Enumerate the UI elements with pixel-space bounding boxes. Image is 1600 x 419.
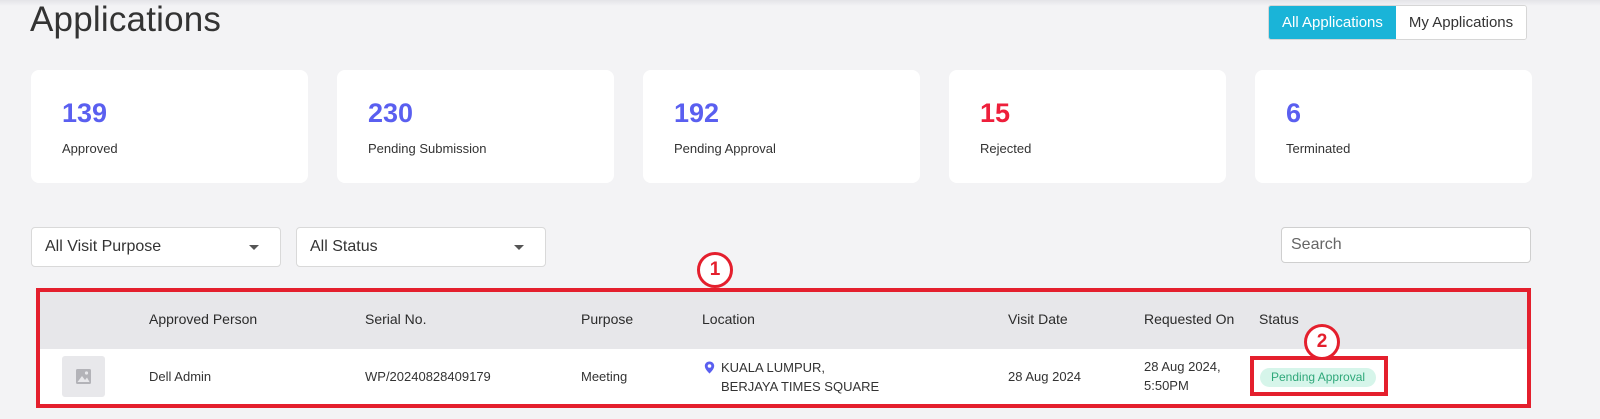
stat-label: Approved bbox=[62, 141, 118, 156]
column-header-serial-no[interactable]: Serial No. bbox=[365, 311, 426, 327]
page-title: Applications bbox=[30, 0, 222, 39]
location-line-1: KUALA LUMPUR, bbox=[721, 360, 826, 375]
column-header-approved-person[interactable]: Approved Person bbox=[149, 311, 257, 327]
location-line-2: BERJAYA TIMES SQUARE bbox=[721, 379, 880, 394]
column-header-requested-on[interactable]: Requested On bbox=[1144, 311, 1234, 327]
status-value: All Status bbox=[310, 238, 378, 255]
stat-value: 15 bbox=[980, 98, 1011, 128]
table-row[interactable]: Dell Admin WP/20240828409179 Meeting KUA… bbox=[40, 349, 1527, 404]
stat-card-approved[interactable]: 139 Approved bbox=[31, 70, 308, 183]
view-toggle: All Applications My Applications bbox=[1268, 5, 1528, 40]
requested-on-line-2: 5:50PM bbox=[1144, 378, 1189, 393]
column-header-location[interactable]: Location bbox=[702, 311, 755, 327]
column-header-purpose[interactable]: Purpose bbox=[581, 311, 633, 327]
serial-no-cell: WP/20240828409179 bbox=[365, 369, 491, 384]
stat-label: Pending Submission bbox=[368, 141, 487, 156]
column-header-visit-date[interactable]: Visit Date bbox=[1008, 311, 1068, 327]
annotation-marker-2: 2 bbox=[1304, 324, 1340, 360]
status-select[interactable]: All Status bbox=[296, 227, 546, 267]
stat-label: Terminated bbox=[1286, 141, 1351, 156]
stat-label: Rejected bbox=[980, 141, 1032, 156]
chevron-down-icon bbox=[514, 245, 524, 250]
visit-date-cell: 28 Aug 2024 bbox=[1008, 369, 1082, 384]
stat-value: 230 bbox=[368, 98, 414, 128]
column-header-status[interactable]: Status bbox=[1259, 311, 1299, 327]
all-applications-button[interactable]: All Applications bbox=[1269, 6, 1396, 39]
annotation-marker-1: 1 bbox=[697, 252, 733, 288]
stat-card-pending-submission[interactable]: 230 Pending Submission bbox=[337, 70, 614, 183]
my-applications-button[interactable]: My Applications bbox=[1395, 6, 1527, 39]
image-placeholder-icon bbox=[62, 356, 105, 397]
map-pin-icon bbox=[704, 361, 715, 377]
stat-label: Pending Approval bbox=[674, 141, 776, 156]
stat-card-rejected[interactable]: 15 Rejected bbox=[949, 70, 1226, 183]
purpose-cell: Meeting bbox=[581, 369, 628, 384]
stat-value: 139 bbox=[62, 98, 108, 128]
approved-person-cell: Dell Admin bbox=[149, 369, 212, 384]
stat-value: 6 bbox=[1286, 98, 1302, 128]
visit-purpose-select[interactable]: All Visit Purpose bbox=[31, 227, 281, 267]
chevron-down-icon bbox=[249, 245, 259, 250]
stat-card-terminated[interactable]: 6 Terminated bbox=[1255, 70, 1532, 183]
visit-purpose-value: All Visit Purpose bbox=[45, 238, 162, 255]
requested-on-line-1: 28 Aug 2024, bbox=[1144, 359, 1221, 374]
stat-card-pending-approval[interactable]: 192 Pending Approval bbox=[643, 70, 920, 183]
search-input[interactable] bbox=[1281, 227, 1531, 263]
stat-value: 192 bbox=[674, 98, 720, 128]
status-badge: Pending Approval bbox=[1260, 368, 1377, 387]
